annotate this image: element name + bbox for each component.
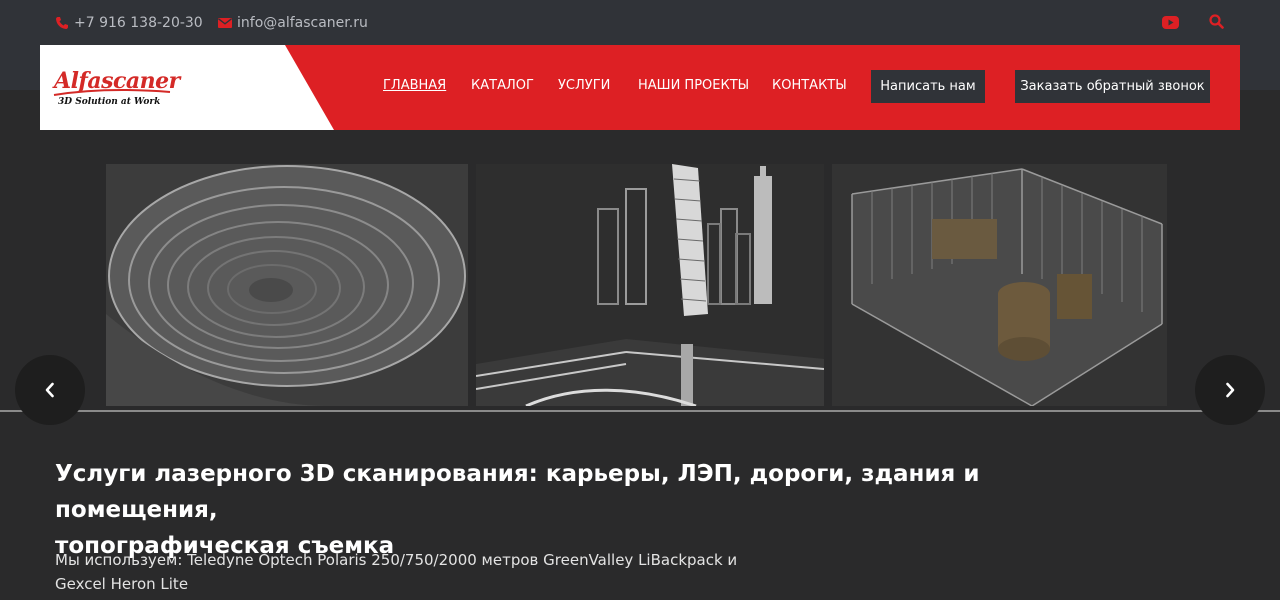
main-navbar: Alfascaner 3D Solution at Work ГЛАВНАЯ К… [40,45,1240,130]
logo-subtitle: 3D Solution at Work [58,97,161,107]
youtube-icon[interactable] [1162,14,1179,33]
slide-fenced-yard-scan[interactable] [832,164,1167,406]
email-contact[interactable]: info@alfascaner.ru [218,13,368,33]
email-address: info@alfascaner.ru [237,15,368,31]
envelope-icon [218,18,232,28]
chevron-right-icon [1226,382,1235,398]
phone-icon [56,17,68,29]
slider-divider [0,410,1280,412]
write-us-button[interactable]: Написать нам [871,70,985,103]
logo[interactable]: Alfascaner 3D Solution at Work [40,45,340,130]
phone-number: +7 916 138-20-30 [74,15,203,31]
callback-button[interactable]: Заказать обратный звонок [1015,70,1210,103]
nav-item-home[interactable]: ГЛАВНАЯ [383,78,446,93]
phone-contact[interactable]: +7 916 138-20-30 [55,13,203,33]
desc-line-1: Мы используем: Teledyne Optech Polaris 2… [55,551,738,569]
desc-line-2: Gexcel Heron Lite [55,575,189,593]
slider-prev-button[interactable] [15,355,85,425]
slide-quarry-scan[interactable] [106,164,468,406]
chevron-left-icon [45,382,54,398]
slide-city-towers-scan[interactable] [476,164,824,406]
nav-item-contacts[interactable]: КОНТАКТЫ [772,78,847,93]
logo-swoosh-icon [53,89,171,96]
equipment-description: Мы используем: Teledyne Optech Polaris 2… [55,548,775,596]
search-icon[interactable] [1209,14,1224,33]
image-slider [0,164,1280,414]
headline-line-1: Услуги лазерного 3D сканирования: карьер… [55,461,980,523]
nav-item-catalog[interactable]: КАТАЛОГ [471,78,534,93]
slider-next-button[interactable] [1195,355,1265,425]
nav-item-services[interactable]: УСЛУГИ [558,78,610,93]
nav-item-projects[interactable]: НАШИ ПРОЕКТЫ [638,78,749,93]
